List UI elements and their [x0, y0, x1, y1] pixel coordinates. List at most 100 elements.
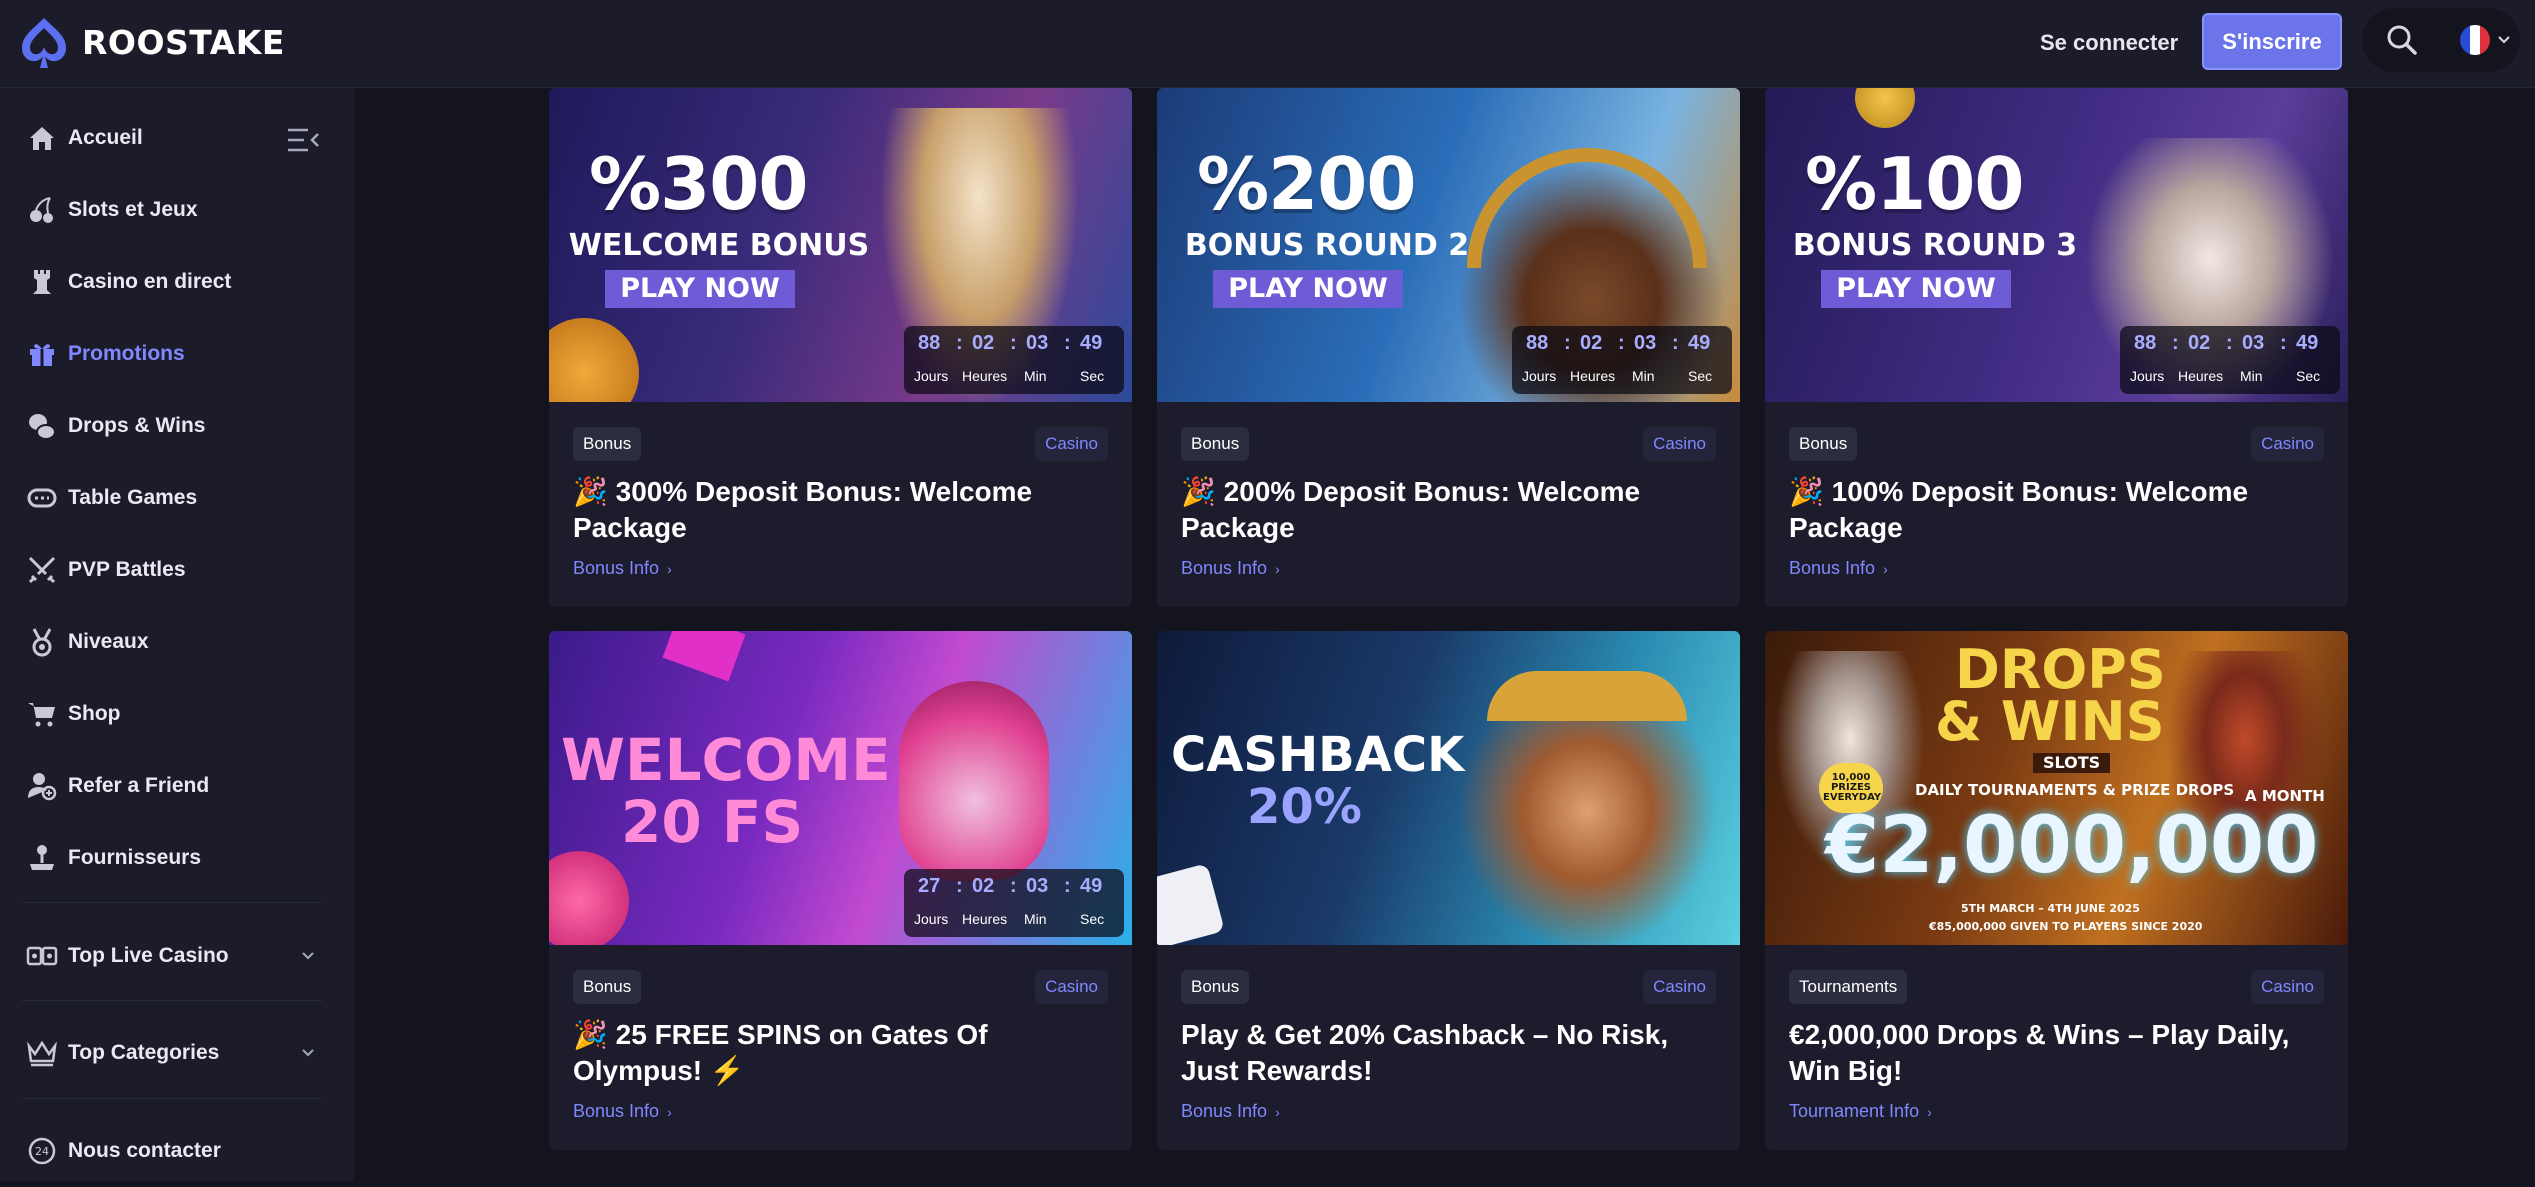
promo-type-badge: Bonus: [573, 970, 642, 1004]
play-now-button[interactable]: PLAY NOW: [605, 270, 795, 308]
sidebar-item-fournisseurs[interactable]: Fournisseurs: [0, 822, 354, 894]
banner-line2: 20%: [1247, 779, 1362, 835]
promo-title[interactable]: 🎉 200% Deposit Bonus: Welcome Package: [1181, 474, 1721, 546]
prizes-badge: 10,000 PRIZES EVERYDAY: [1819, 763, 1883, 813]
timer-label-days: Jours: [914, 911, 949, 927]
sidebar-item-shop[interactable]: Shop: [0, 678, 354, 750]
promo-title[interactable]: 🎉 300% Deposit Bonus: Welcome Package: [573, 474, 1113, 546]
timer-min: 03: [2242, 332, 2265, 354]
chevron-down-icon[interactable]: [2496, 32, 2512, 48]
bonus-info-link[interactable]: Bonus Info ›: [573, 558, 672, 579]
chevron-right-icon: ›: [1275, 561, 1280, 577]
banner-given: €85,000,000 GIVEN TO PLAYERS SINCE 2020: [1929, 920, 2203, 933]
promo-title[interactable]: €2,000,000 Drops & Wins – Play Daily, Wi…: [1789, 1017, 2329, 1089]
promo-banner[interactable]: DROPS & WINS SLOTS DAILY TOURNAMENTS & P…: [1765, 631, 2348, 945]
sidebar-item-drops-wins[interactable]: Drops & Wins: [0, 390, 354, 462]
promo-card[interactable]: %200 BONUS ROUND 2 PLAY NOW 88 : 02 : 03…: [1157, 88, 1740, 607]
sidebar-item-pvp[interactable]: PVP Battles: [0, 534, 354, 606]
timer-sec: 49: [1688, 332, 1711, 354]
sidebar-item-live-casino[interactable]: Casino en direct: [0, 246, 354, 318]
header-tools: [2362, 8, 2520, 72]
sidebar-item-slots[interactable]: Slots et Jeux: [0, 174, 354, 246]
promo-card[interactable]: DROPS & WINS SLOTS DAILY TOURNAMENTS & P…: [1765, 631, 2348, 1150]
timer-label-sec: Sec: [1080, 368, 1105, 384]
timer-min: 03: [1634, 332, 1657, 354]
top-bar: ROOSTAKE Se connecter S'inscrire: [0, 0, 2535, 88]
sidebar-divider: [22, 1000, 322, 1001]
sidebar-item-niveaux[interactable]: Niveaux: [0, 606, 354, 678]
sidebar-item-label: Drops & Wins: [68, 414, 206, 437]
banner-subline: BONUS ROUND 2: [1184, 228, 1470, 263]
play-now-button[interactable]: PLAY NOW: [1213, 270, 1403, 308]
sidebar-item-table-games[interactable]: Table Games: [0, 462, 354, 534]
timer-label-days: Jours: [2130, 368, 2165, 384]
promo-card[interactable]: %300 WELCOME BONUS PLAY NOW 88 : 02 : 03…: [549, 88, 1132, 607]
sidebar-item-label: Slots et Jeux: [68, 198, 198, 221]
sidebar-item-contact[interactable]: 24 Nous contacter: [0, 1115, 354, 1187]
signup-button[interactable]: S'inscrire: [2202, 13, 2342, 70]
promo-title[interactable]: Play & Get 20% Cashback – No Risk, Just …: [1181, 1017, 1721, 1089]
promo-banner[interactable]: CASHBACK 20%: [1157, 631, 1740, 945]
promo-banner[interactable]: %100 BONUS ROUND 3 PLAY NOW 88 : 02 : 03…: [1765, 88, 2348, 402]
timer-label-min: Min: [1024, 911, 1047, 927]
promo-title[interactable]: 🎉 100% Deposit Bonus: Welcome Package: [1789, 474, 2329, 546]
bonus-info-link[interactable]: Bonus Info ›: [1181, 558, 1280, 579]
timer-separator: :: [1064, 332, 1071, 354]
promo-banner[interactable]: %200 BONUS ROUND 2 PLAY NOW 88 : 02 : 03…: [1157, 88, 1740, 402]
bonus-info-link[interactable]: Bonus Info ›: [1181, 1101, 1280, 1122]
chevron-right-icon: ›: [1275, 1104, 1280, 1120]
sidebar-divider: [22, 1098, 322, 1099]
promo-title[interactable]: 🎉 25 FREE SPINS on Gates Of Olympus! ⚡: [573, 1017, 1113, 1089]
promo-banner[interactable]: WELCOME 20 FS 27 : 02 : 03 : 49 Jours He…: [549, 631, 1132, 945]
sidebar-item-promotions[interactable]: Promotions: [0, 318, 354, 390]
rook-icon: [33, 270, 51, 294]
spade-logo-icon: [22, 18, 66, 68]
timer-days: 27: [918, 875, 941, 897]
banner-amount: €2,000,000: [1825, 801, 2319, 891]
promo-banner[interactable]: %300 WELCOME BONUS PLAY NOW 88 : 02 : 03…: [549, 88, 1132, 402]
sidebar-item-accueil[interactable]: Accueil: [0, 102, 354, 174]
login-link[interactable]: Se connecter: [2040, 22, 2178, 64]
search-icon[interactable]: [2384, 22, 2420, 58]
cards-icon: [26, 946, 58, 966]
timer-hours: 02: [2188, 332, 2211, 354]
sidebar-section-top-categories[interactable]: Top Categories: [0, 1017, 354, 1089]
gem-decoration: [662, 631, 746, 682]
timer-days: 88: [1526, 332, 1549, 354]
timer-sec: 49: [1080, 875, 1103, 897]
banner-a-month: A MONTH: [2245, 787, 2325, 805]
banner-line1: DROPS: [1955, 638, 2166, 701]
poker-chip-icon: [27, 488, 57, 508]
coin-decoration: [549, 318, 639, 402]
chevron-down-icon[interactable]: [300, 948, 316, 964]
candy-decoration: [549, 851, 629, 945]
promo-card[interactable]: CASHBACK 20% Bonus Casino Play & Get 20%…: [1157, 631, 1740, 1150]
play-now-button[interactable]: PLAY NOW: [1821, 270, 2011, 308]
sidebar-section-label: Top Categories: [68, 1041, 220, 1064]
bonus-info-link[interactable]: Bonus Info ›: [1789, 558, 1888, 579]
banner-headline: %100: [1805, 142, 2024, 226]
chevron-down-icon[interactable]: [300, 1045, 316, 1061]
promo-card[interactable]: WELCOME 20 FS 27 : 02 : 03 : 49 Jours He…: [549, 631, 1132, 1150]
home-icon: [30, 127, 54, 150]
timer-separator: :: [1618, 332, 1625, 354]
sidebar-section-label: Top Live Casino: [68, 944, 229, 967]
timer-separator: :: [956, 875, 963, 897]
bonus-info-link[interactable]: Bonus Info ›: [573, 1101, 672, 1122]
tournament-info-link[interactable]: Tournament Info ›: [1789, 1101, 1932, 1122]
flag-fr-icon[interactable]: [2460, 25, 2490, 55]
promo-card[interactable]: %100 BONUS ROUND 3 PLAY NOW 88 : 02 : 03…: [1765, 88, 2348, 607]
promo-category-badge: Casino: [2251, 427, 2324, 461]
timer-label-days: Jours: [1522, 368, 1557, 384]
promo-type-badge: Bonus: [1181, 970, 1250, 1004]
promo-category-badge: Casino: [1035, 427, 1108, 461]
swords-icon: [28, 556, 56, 584]
logo[interactable]: ROOSTAKE: [14, 12, 285, 72]
bonus-info-label: Bonus Info: [1181, 558, 1268, 578]
sidebar-section-top-live-casino[interactable]: Top Live Casino: [0, 920, 354, 992]
banner-subline: BONUS ROUND 3: [1792, 228, 2078, 263]
headdress-decoration: [1487, 671, 1687, 721]
support-24-icon: 24: [28, 1137, 56, 1165]
sidebar-item-refer[interactable]: Refer a Friend: [0, 750, 354, 822]
bonus-info-label: Bonus Info: [1181, 1101, 1268, 1121]
